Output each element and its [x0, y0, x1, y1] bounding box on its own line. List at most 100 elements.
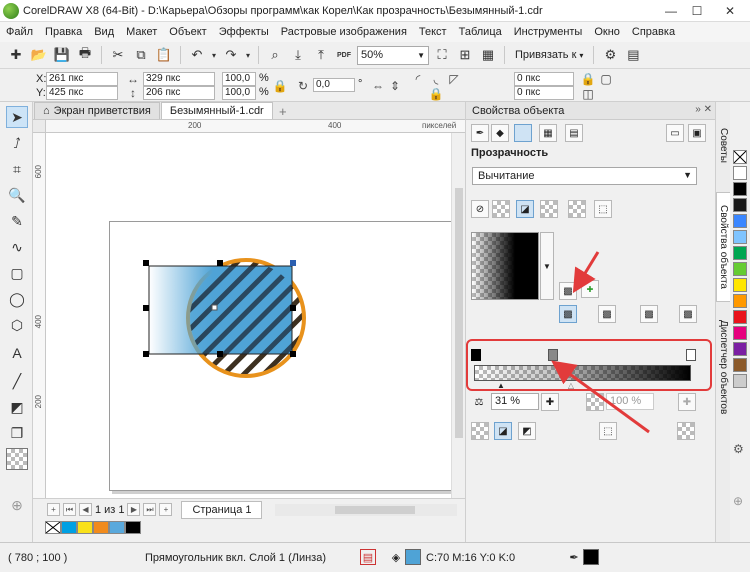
vector-pattern-transparency-icon[interactable]	[540, 200, 558, 218]
palette-swatch[interactable]	[733, 342, 747, 356]
snap-to-button[interactable]: Привязать к ▾	[511, 46, 587, 65]
ellipse-tool-icon[interactable]: ◯	[6, 288, 28, 310]
gradient-start-node[interactable]	[471, 349, 481, 361]
launcher-icon[interactable]: ▤	[623, 45, 643, 65]
palette-swatch[interactable]	[733, 326, 747, 340]
tab-welcome-screen[interactable]: ⌂ Экран приветствия	[34, 102, 160, 119]
export-icon[interactable]: ⤒	[311, 45, 331, 65]
ruler-origin[interactable]	[33, 120, 46, 133]
minimize-button[interactable]: —	[658, 0, 684, 22]
save-fill-icon[interactable]: ✚	[581, 280, 599, 298]
palette-swatch[interactable]	[733, 198, 747, 212]
uniform-transparency-icon[interactable]	[492, 200, 510, 218]
interactive-tool-icon[interactable]: ◩	[6, 396, 28, 418]
connector-tool-icon[interactable]: ╱	[6, 370, 28, 392]
docker-close-icon[interactable]: » ✕	[695, 104, 712, 115]
paste-icon[interactable]: 📋	[154, 45, 174, 65]
no-transparency-icon[interactable]: ⊘	[471, 200, 489, 218]
summary-tab-icon[interactable]: ▤	[565, 124, 583, 142]
corner-lock-icon[interactable]: 🔒	[428, 86, 444, 102]
x-position-field[interactable]: 261 пкс	[46, 72, 118, 86]
publish-pdf-icon[interactable]: PDF	[334, 45, 354, 65]
transparency-end-node[interactable]	[290, 260, 296, 266]
palette-swatch[interactable]	[733, 374, 747, 388]
palette-swatch[interactable]	[733, 294, 747, 308]
options-gear-icon[interactable]: ⚙	[600, 45, 620, 65]
no-color-swatch[interactable]	[45, 521, 61, 534]
first-page-icon[interactable]: ⏮	[63, 503, 76, 516]
corner-scallop-icon[interactable]: ◟	[428, 71, 444, 87]
corners-tab-icon[interactable]: ▦	[539, 124, 557, 142]
import-icon[interactable]: ⤓	[288, 45, 308, 65]
lock-ratio-icon[interactable]: 🔒	[272, 78, 288, 94]
horizontal-scrollbar[interactable]	[275, 503, 457, 516]
menu-tools[interactable]: Инструменты	[514, 26, 583, 38]
menu-view[interactable]: Вид	[94, 26, 114, 38]
start-marker-icon[interactable]: ▲	[496, 379, 506, 391]
scale-height-field[interactable]: 100,0	[222, 86, 256, 100]
search-content-icon[interactable]: ⌕	[265, 45, 285, 65]
transparency-stepper-icon[interactable]: ✚	[541, 393, 559, 411]
height-field[interactable]: 206 пкс	[143, 86, 215, 100]
menu-help[interactable]: Справка	[632, 26, 675, 38]
palette-swatch[interactable]	[733, 230, 747, 244]
bitmap-icon[interactable]: ▣	[688, 124, 706, 142]
tab-hints[interactable]: Советы	[716, 110, 731, 180]
horizontal-scroll-thumb[interactable]	[335, 505, 416, 514]
cut-icon[interactable]: ✂	[108, 45, 128, 65]
rectangular-fountain-icon[interactable]: ▩	[679, 305, 697, 323]
scale-width-field[interactable]: 100,0	[222, 72, 256, 86]
palette-swatch[interactable]	[733, 262, 747, 276]
swatch-dropdown-icon[interactable]: ▼	[540, 232, 554, 300]
last-page-icon[interactable]: ⏭	[143, 503, 157, 516]
new-document-icon[interactable]: ✚	[6, 45, 26, 65]
text-tool-icon[interactable]: A	[6, 342, 28, 364]
palette-swatch[interactable]	[733, 310, 747, 324]
free-scale-icon[interactable]: ⬚	[599, 422, 617, 440]
redo-icon[interactable]: ↷	[221, 45, 241, 65]
width-field[interactable]: 329 пкс	[143, 72, 215, 86]
transparency-tool-icon[interactable]	[6, 448, 28, 470]
menu-object[interactable]: Объект	[169, 26, 206, 38]
corner-radius-field-1[interactable]: 0 пкс	[514, 72, 574, 86]
lock-icon[interactable]: 🔒	[580, 71, 596, 87]
relative-corner-icon[interactable]: ◫	[580, 86, 596, 102]
add-page-icon[interactable]: +	[47, 503, 60, 516]
next-page-icon[interactable]: ▶	[127, 503, 141, 516]
menu-layout[interactable]: Макет	[126, 26, 157, 38]
crop-tool-icon[interactable]: ⌗	[6, 158, 28, 180]
gradient-midpoint-node[interactable]	[548, 349, 558, 361]
polygon-tool-icon[interactable]: ⬡	[6, 314, 28, 336]
transparency-mirror-icon[interactable]: ◩	[518, 422, 536, 440]
palette-swatch[interactable]	[733, 182, 747, 196]
menu-effects[interactable]: Эффекты	[219, 26, 269, 38]
copy-icon[interactable]: ⧉	[131, 45, 151, 65]
fountain-transparency-icon[interactable]: ◪	[516, 200, 534, 218]
tab-object-manager[interactable]: Диспетчер объектов	[716, 307, 731, 427]
fill-tab-icon[interactable]: ◆	[491, 124, 509, 142]
horizontal-ruler[interactable]: 200 400 пикселей	[46, 120, 465, 133]
elliptical-fountain-icon[interactable]: ▩	[598, 305, 616, 323]
menu-bitmaps[interactable]: Растровые изображения	[281, 26, 407, 38]
corner-chamfer-icon[interactable]: ◸	[446, 71, 462, 87]
palette-swatch[interactable]	[733, 358, 747, 372]
corner-radius-field-2[interactable]: 0 пкс	[514, 86, 574, 100]
vertical-ruler[interactable]: 600 400 200	[33, 133, 46, 498]
show-grid-icon[interactable]: ▦	[478, 45, 498, 65]
menu-window[interactable]: Окно	[594, 26, 620, 38]
freehand-tool-icon[interactable]: ✎	[6, 210, 28, 232]
zoom-level-select[interactable]: 50% ▼	[357, 45, 429, 65]
drawing-canvas[interactable]	[46, 133, 459, 498]
transparency-preview-swatch[interactable]	[471, 232, 539, 300]
palette-gear-icon[interactable]: ⚙	[733, 442, 744, 456]
doc-swatch-yellow[interactable]	[77, 521, 93, 534]
transparency-start-node[interactable]	[211, 304, 218, 311]
transparency-tab-icon[interactable]	[514, 124, 532, 142]
shape-tool-icon[interactable]: ⭜	[6, 132, 28, 154]
bitmap-pattern-transparency-icon[interactable]	[568, 200, 586, 218]
transparency-gradient-bar[interactable]	[474, 365, 691, 381]
close-button[interactable]: ✕	[710, 0, 750, 22]
fountain-linear-icon[interactable]: ▩	[559, 282, 577, 300]
transparency-repeat-icon[interactable]: ◪	[494, 422, 512, 440]
undo-icon[interactable]: ↶	[187, 45, 207, 65]
